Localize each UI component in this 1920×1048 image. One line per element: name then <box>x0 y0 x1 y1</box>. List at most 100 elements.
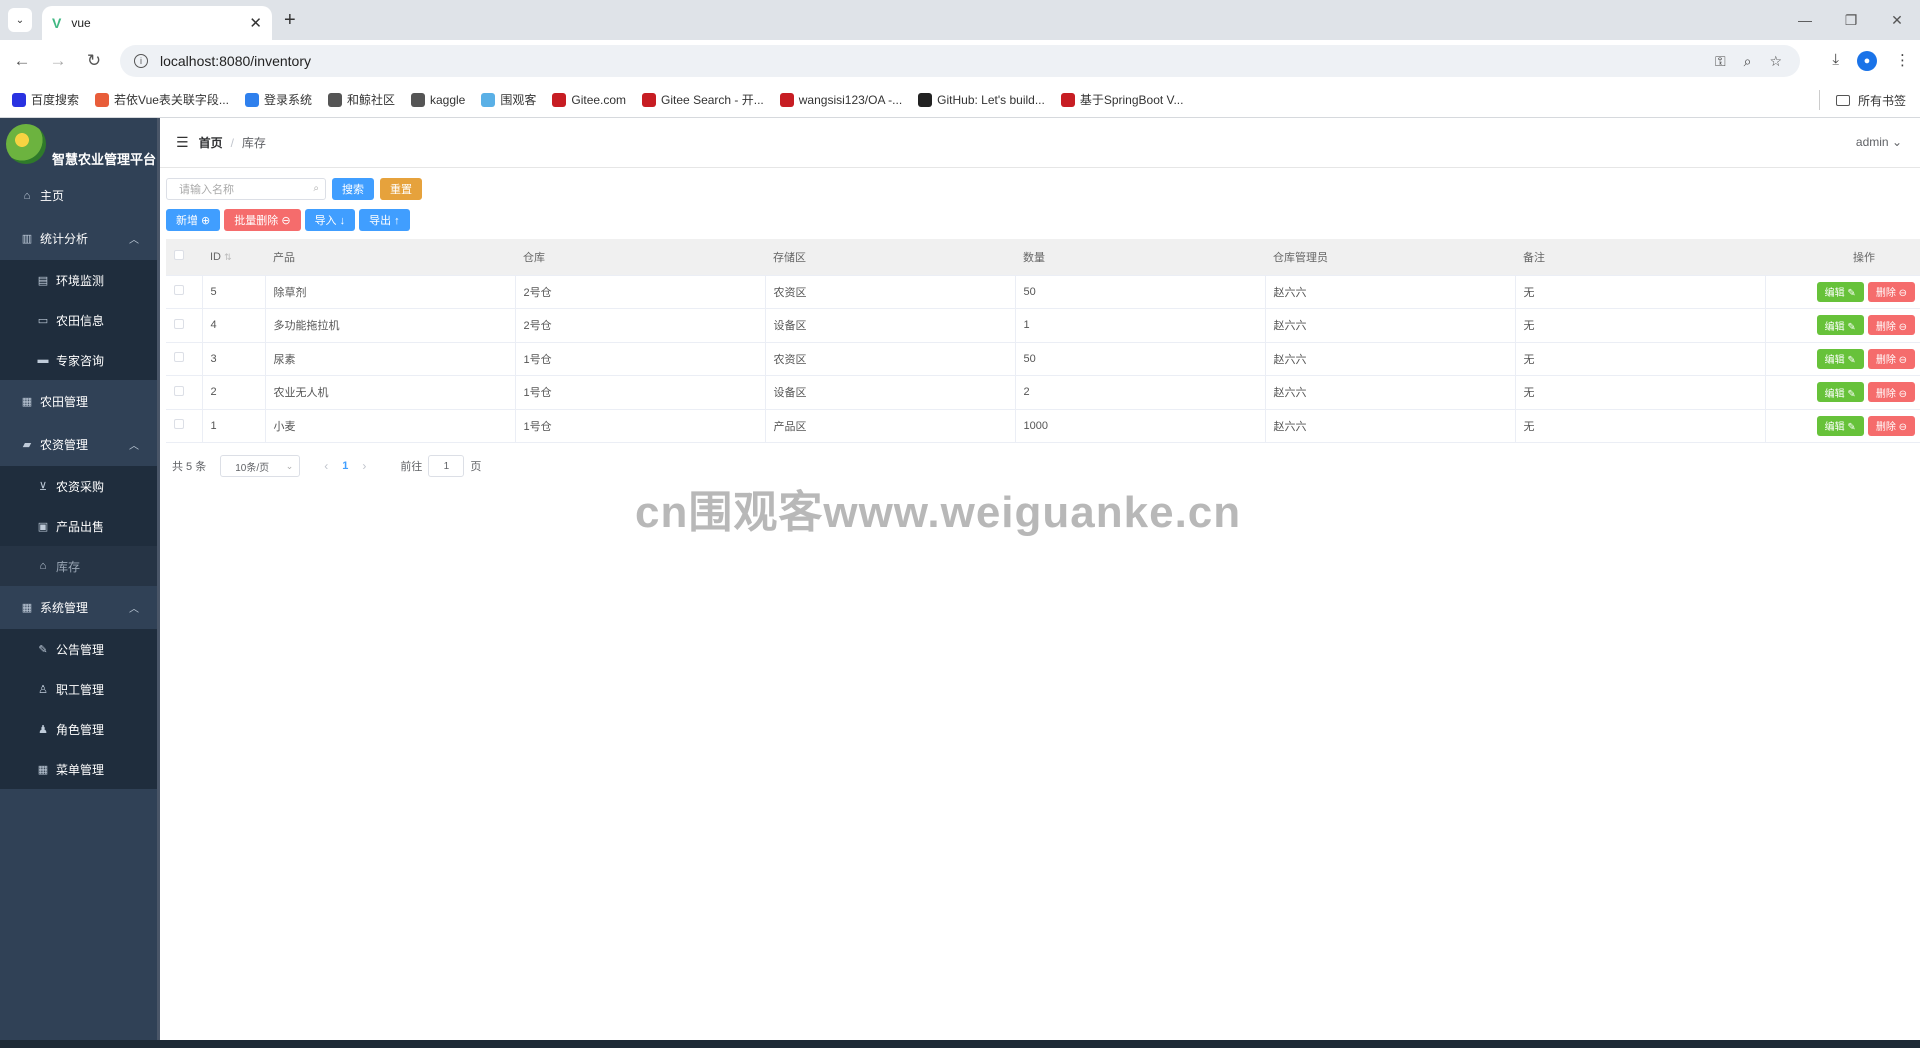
chevron-up-icon: ︿ <box>129 604 139 615</box>
tab-close-icon[interactable]: ✕ <box>249 14 262 32</box>
delete-button[interactable]: 删除 ⊖ <box>1867 315 1915 336</box>
add-button[interactable]: 新增 ⊕ <box>166 209 221 231</box>
next-page-icon[interactable]: › <box>362 459 366 473</box>
brand-title: 智慧农业管理平台 <box>52 152 157 167</box>
bookmark-favicon-icon <box>481 92 496 107</box>
sidebar-item[interactable]: ♙ 职工管理 <box>0 669 157 709</box>
tab-search-button[interactable]: ⌄ <box>8 8 32 32</box>
row-checkbox[interactable] <box>174 318 184 329</box>
omnibox[interactable]: i localhost:8080/inventory ⚿ ⌕ ☆ <box>120 45 1800 77</box>
bookmark-item[interactable]: 若依Vue表关联字段... <box>95 91 229 108</box>
sidebar-item[interactable]: ▦ 系统管理 ︿ <box>0 586 157 629</box>
edit-button[interactable]: 编辑 ✎ <box>1816 281 1864 302</box>
bookmark-item[interactable]: 和鲸社区 <box>327 91 395 108</box>
site-info-icon[interactable]: i <box>134 54 148 68</box>
bookmark-label: 和鲸社区 <box>346 93 395 107</box>
zoom-icon[interactable]: ⌕ <box>1744 53 1752 70</box>
export-button[interactable]: 导出 ↑ <box>359 209 410 231</box>
reload-icon[interactable]: ↻ <box>80 51 108 71</box>
row-checkbox[interactable] <box>174 352 184 363</box>
bookmark-favicon-icon <box>918 92 933 107</box>
bookmark-item[interactable]: Gitee Search - 开... <box>642 91 764 108</box>
all-bookmarks[interactable]: 所有书签 <box>1835 92 1906 109</box>
delete-button[interactable]: 删除 ⊖ <box>1867 281 1915 302</box>
restore-icon[interactable]: ❐ <box>1828 0 1874 40</box>
home-icon: ⌂ <box>39 560 47 572</box>
bookmark-item[interactable]: Gitee.com <box>552 92 626 107</box>
import-button[interactable]: 导入 ↓ <box>304 209 356 231</box>
profile-icon[interactable]: ● <box>1857 51 1877 71</box>
delete-button[interactable]: 删除 ⊖ <box>1867 415 1915 436</box>
download-icon[interactable]: ⤓ <box>1832 51 1839 71</box>
row-checkbox[interactable] <box>174 385 184 396</box>
edit-button[interactable]: 编辑 ✎ <box>1816 382 1864 403</box>
reset-button[interactable]: 重置 <box>380 178 422 200</box>
bookmark-item[interactable]: wangsisi123/OA -... <box>779 92 902 107</box>
minimize-icon[interactable]: — <box>1782 0 1828 40</box>
url-text[interactable]: localhost:8080/inventory <box>160 53 1715 69</box>
sidebar-item[interactable]: ▥ 统计分析 ︿ <box>0 217 157 260</box>
breadcrumb-home[interactable]: 首页 <box>199 134 223 151</box>
sidebar-item[interactable]: ▰ 农资管理 ︿ <box>0 423 157 466</box>
cell-note: 无 <box>1515 308 1766 343</box>
page-size-select[interactable]: 10条/页 ⌄ <box>220 455 301 477</box>
sidebar-item-label: 菜单管理 <box>56 762 105 777</box>
back-icon[interactable]: ← <box>8 51 36 71</box>
sidebar-item[interactable]: ▣ 产品出售 <box>0 506 157 546</box>
prev-page-icon[interactable]: ‹ <box>324 459 328 473</box>
cell-note: 无 <box>1515 375 1766 410</box>
bookmark-item[interactable]: 登录系统 <box>244 91 312 108</box>
bookmark-item[interactable]: 基于SpringBoot V... <box>1060 91 1183 108</box>
cell-warehouse: 1号仓 <box>515 409 766 443</box>
batch-delete-button[interactable]: 批量删除 ⊖ <box>224 209 301 231</box>
window-close-icon[interactable]: ✕ <box>1874 0 1920 40</box>
browser-menu-icon[interactable]: ⋮ <box>1895 51 1910 71</box>
sidebar-item[interactable]: ⊻ 农资采购 <box>0 466 157 506</box>
bookmark-star-icon[interactable]: ☆ <box>1769 53 1782 70</box>
password-key-icon[interactable]: ⚿ <box>1715 53 1726 70</box>
edit-button[interactable]: 编辑 ✎ <box>1816 415 1864 436</box>
search-input[interactable]: 请输入名称 ⌕ <box>166 178 326 200</box>
hamburger-icon[interactable]: ☰ <box>176 134 189 151</box>
bookmark-item[interactable]: 围观客 <box>481 91 536 108</box>
edit-button[interactable]: 编辑 ✎ <box>1816 348 1864 369</box>
column-ops: 操作 <box>1765 239 1920 276</box>
select-all-checkbox[interactable] <box>174 250 184 261</box>
column-id[interactable]: ID ⇅ <box>202 239 265 276</box>
goto-page-input[interactable]: 1 <box>428 455 465 477</box>
sidebar-item[interactable]: ▦ 菜单管理 <box>0 749 157 789</box>
chevron-down-icon: ⌄ <box>1891 135 1902 149</box>
tab-title: vue <box>71 16 91 30</box>
new-tab-button[interactable]: + <box>284 8 296 32</box>
sidebar-item[interactable]: ⌂ 主页 <box>0 174 157 217</box>
row-checkbox[interactable] <box>174 285 184 296</box>
sidebar-item[interactable]: ▭ 农田信息 <box>0 300 157 340</box>
bookmark-item[interactable]: kaggle <box>410 92 465 107</box>
search-icon: ⌕ <box>313 183 319 194</box>
edit-button[interactable]: 编辑 ✎ <box>1816 315 1864 336</box>
delete-button[interactable]: 删除 ⊖ <box>1867 382 1915 403</box>
sidebar-item[interactable]: ▦ 农田管理 <box>0 380 157 423</box>
page-number-current[interactable]: 1 <box>342 460 348 472</box>
table-row: 3 尿素 1号仓 农资区 50 赵六六无 编辑 ✎ 删除 ⊖ <box>166 342 1920 376</box>
sort-icon[interactable]: ⇅ <box>224 252 232 262</box>
bookmark-item[interactable]: 百度搜索 <box>12 91 79 108</box>
sidebar-item[interactable]: ✎ 公告管理 <box>0 629 157 669</box>
sidebar-item[interactable]: ▬ 专家咨询 <box>0 340 157 380</box>
bookmark-label: 登录系统 <box>263 93 312 107</box>
search-button[interactable]: 搜索 <box>332 178 374 200</box>
sidebar-item[interactable]: ⌂ 库存 <box>0 546 157 586</box>
bookmark-item[interactable]: GitHub: Let's build... <box>918 92 1045 107</box>
delete-button[interactable]: 删除 ⊖ <box>1867 348 1915 369</box>
row-checkbox[interactable] <box>174 419 184 430</box>
sidebar-item[interactable]: ▤ 环境监测 <box>0 260 157 300</box>
forward-icon[interactable]: → <box>44 51 72 71</box>
cell-product: 多功能拖拉机 <box>265 308 516 343</box>
breadcrumb-current: 库存 <box>241 136 266 150</box>
bookmark-favicon-icon <box>95 92 110 107</box>
sidebar-item-label: 农田管理 <box>40 395 89 409</box>
sidebar-item[interactable]: ♟ 角色管理 <box>0 709 157 749</box>
user-dropdown[interactable]: admin ⌄ <box>1856 135 1902 149</box>
address-bar: ← → ↻ i localhost:8080/inventory ⚿ ⌕ ☆ ⤓… <box>0 40 1920 82</box>
browser-tab[interactable]: V vue ✕ <box>42 6 272 40</box>
